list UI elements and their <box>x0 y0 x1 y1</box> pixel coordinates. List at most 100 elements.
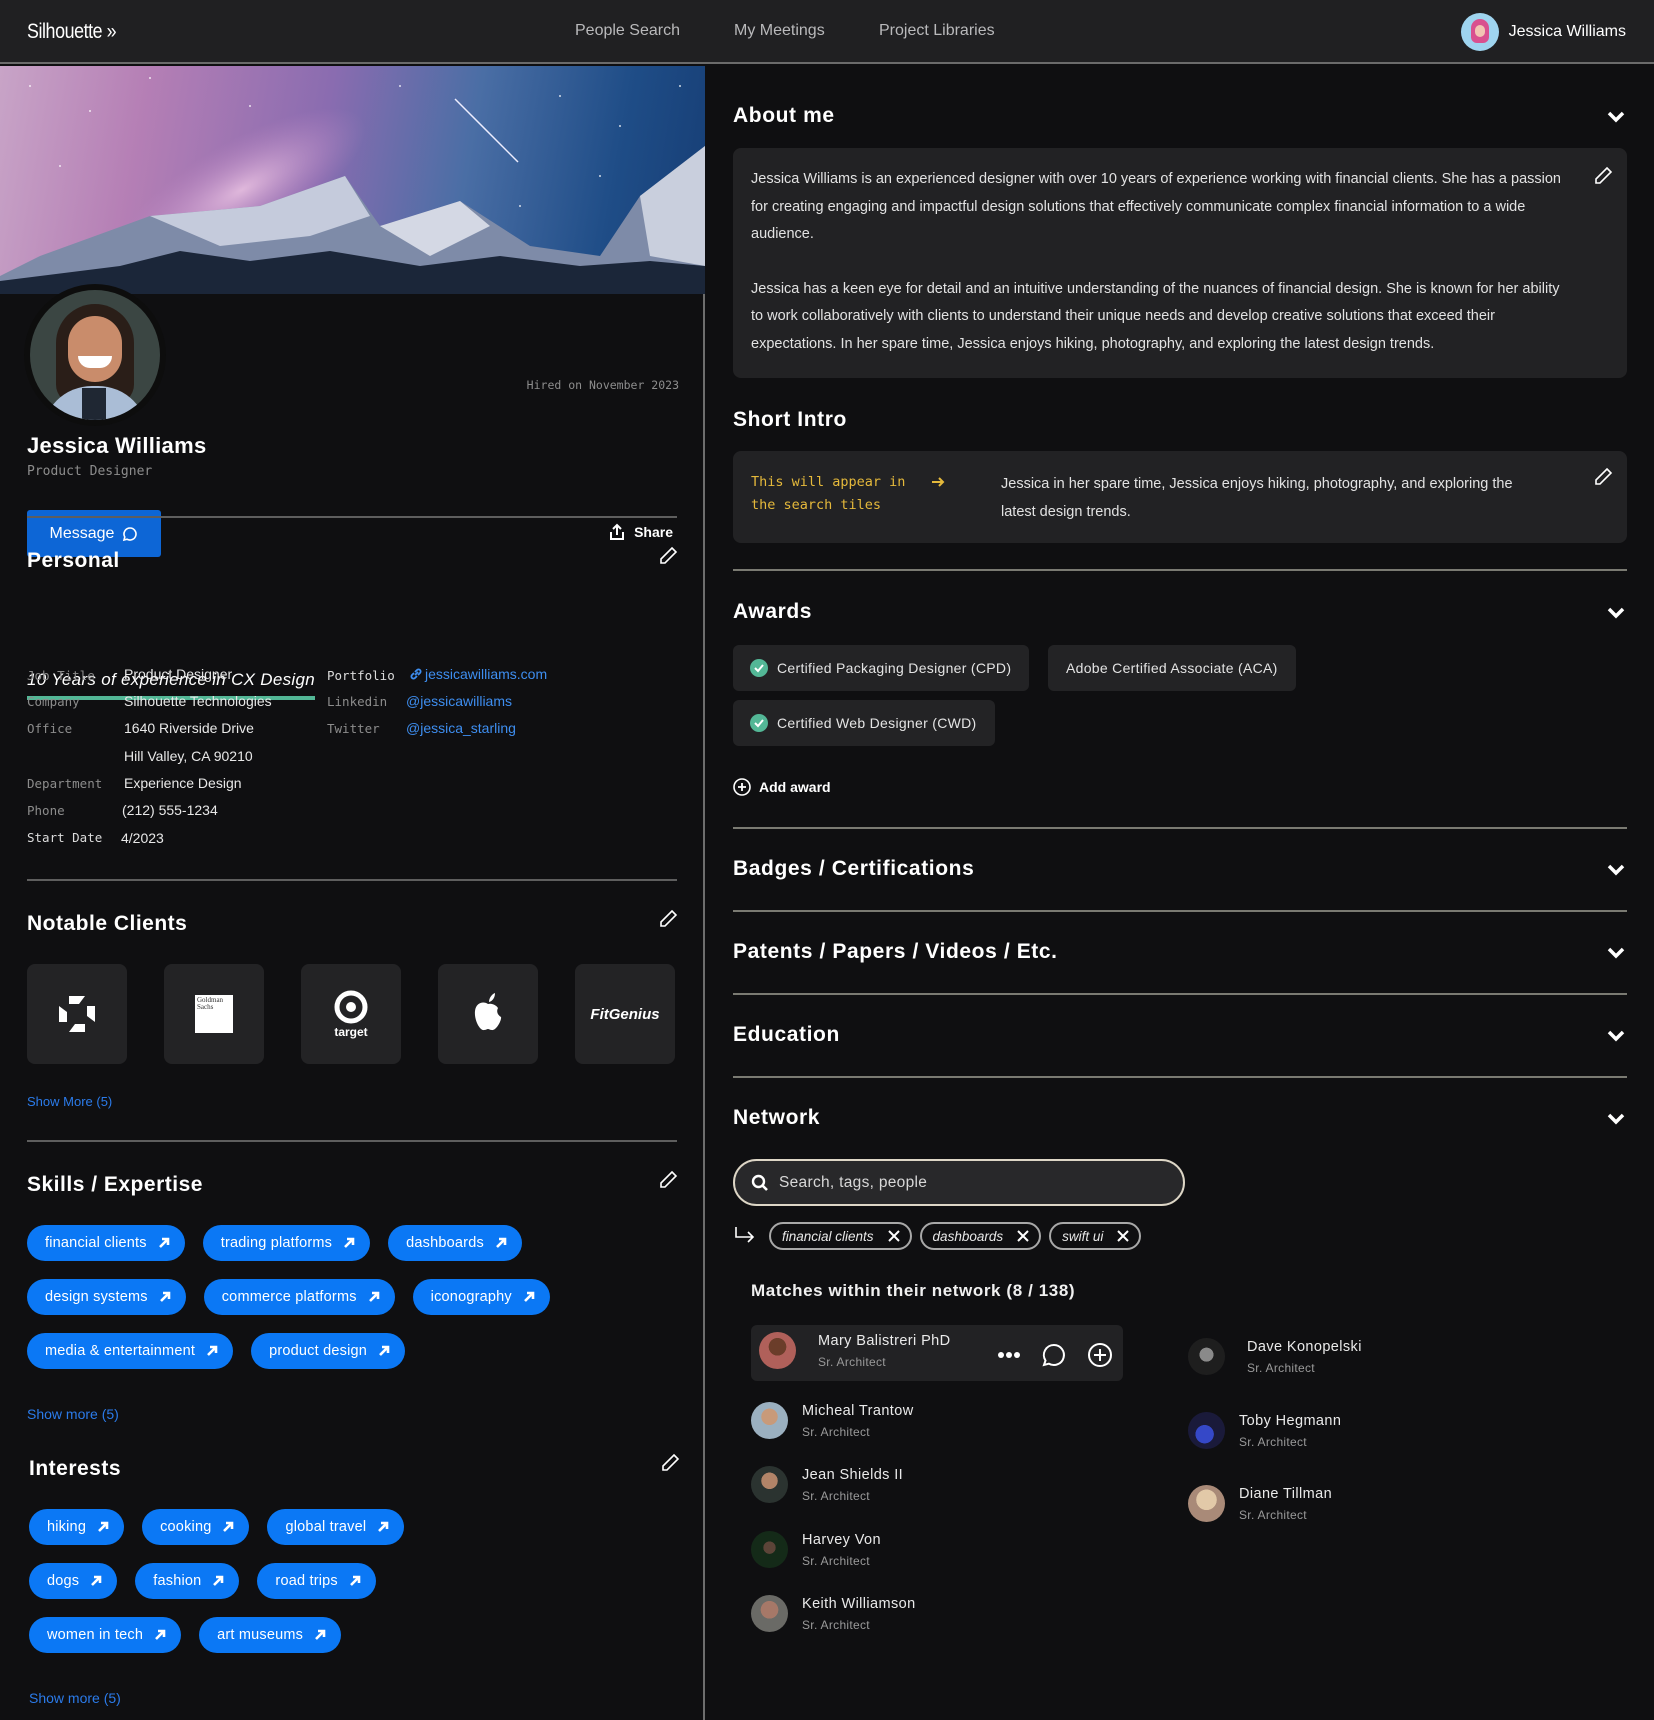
edit-about-pencil-icon[interactable] <box>1593 166 1613 186</box>
arrow-up-right-icon <box>379 1345 390 1356</box>
clients-show-more[interactable]: Show More (5) <box>27 1094 112 1109</box>
share-label: Share <box>634 524 673 540</box>
linkedin-link[interactable]: @jessicawilliams <box>406 693 512 709</box>
skill-chip[interactable]: financial clients <box>27 1225 185 1261</box>
search-icon <box>751 1174 768 1191</box>
person-row[interactable]: Micheal Trantow Sr. Architect <box>751 1402 914 1439</box>
portfolio-link[interactable]: jessicawilliams.com <box>409 666 547 682</box>
divider <box>27 516 677 518</box>
add-award-button[interactable]: Add award <box>733 778 831 796</box>
arrow-up-right-icon <box>91 1575 102 1586</box>
award-item[interactable]: Certified Web Designer (CWD) <box>733 700 995 746</box>
chat-bubble-icon[interactable] <box>1041 1342 1067 1368</box>
client-target[interactable]: target <box>301 964 401 1064</box>
interest-chip[interactable]: women in tech <box>29 1617 182 1653</box>
about-chevron-down-icon[interactable] <box>1606 110 1626 124</box>
edit-clients-pencil-icon[interactable] <box>658 909 678 929</box>
edit-skills-pencil-icon[interactable] <box>658 1170 678 1190</box>
user-avatar <box>1460 13 1499 51</box>
nav-project-libraries[interactable]: Project Libraries <box>879 22 995 40</box>
person-row[interactable]: Keith Williamson Sr. Architect <box>751 1595 916 1632</box>
filter-tag-label: dashboards <box>932 1228 1004 1244</box>
network-search-input[interactable] <box>779 1173 1159 1192</box>
person-avatar <box>1188 1412 1225 1449</box>
person-row[interactable]: Jean Shields II Sr. Architect <box>751 1466 903 1503</box>
person-row[interactable]: Mary Balistreri PhD Sr. Architect <box>759 1332 951 1369</box>
client-fitgenius[interactable]: FitGenius <box>575 964 675 1064</box>
person-role: Sr. Architect <box>802 1553 870 1568</box>
interest-chip[interactable]: road trips <box>257 1563 376 1599</box>
nav-my-meetings[interactable]: My Meetings <box>734 22 825 40</box>
skills-title: Skills / Expertise <box>27 1173 203 1196</box>
profile-name: Jessica Williams <box>27 433 207 458</box>
person-row[interactable]: Diane Tillman Sr. Architect <box>1188 1485 1332 1522</box>
close-icon[interactable] <box>1117 1230 1130 1242</box>
network-matches-count: Matches within their network (8 / 138) <box>751 1281 1076 1300</box>
nav-people-search[interactable]: People Search <box>575 22 680 40</box>
skill-label: dashboards <box>406 1235 484 1251</box>
divider <box>733 993 1627 995</box>
patents-chevron-down-icon[interactable] <box>1606 946 1626 960</box>
skills-show-more[interactable]: Show more (5) <box>27 1406 119 1422</box>
person-row[interactable]: Toby Hegmann Sr. Architect <box>1188 1412 1341 1449</box>
interest-chip[interactable]: fashion <box>135 1563 240 1599</box>
about-paragraph-2: Jessica has a keen eye for detail and an… <box>751 280 1560 352</box>
person-row[interactable]: Dave Konopelski Sr. Architect <box>1188 1338 1362 1375</box>
logo[interactable]: Silhouette » <box>27 20 117 44</box>
skill-chip[interactable]: iconography <box>412 1279 550 1315</box>
awards-title: Awards <box>733 600 813 623</box>
interest-chip[interactable]: hiking <box>29 1509 125 1545</box>
person-role: Sr. Architect <box>1239 1507 1307 1522</box>
more-options-icon[interactable] <box>997 1351 1021 1359</box>
details-column: About me Jessica Williams is an experien… <box>707 66 1654 1720</box>
interest-chip[interactable]: dogs <box>29 1563 118 1599</box>
edit-interests-pencil-icon[interactable] <box>660 1453 680 1473</box>
education-chevron-down-icon[interactable] <box>1606 1029 1626 1043</box>
skill-chip[interactable]: commerce platforms <box>203 1279 395 1315</box>
interest-chip[interactable]: global travel <box>267 1509 405 1545</box>
interest-chip[interactable]: cooking <box>142 1509 250 1545</box>
skill-chip[interactable]: design systems <box>27 1279 186 1315</box>
skill-chip[interactable]: trading platforms <box>202 1225 371 1261</box>
arrow-up-right-icon <box>98 1521 109 1532</box>
arrow-up-right-icon <box>158 1237 170 1248</box>
client-apple[interactable] <box>438 964 538 1064</box>
award-item[interactable]: Adobe Certified Associate (ACA) <box>1048 645 1296 691</box>
skill-chip[interactable]: media & entertainment <box>27 1333 234 1369</box>
office-line2: Hill Valley, CA 90210 <box>124 748 253 764</box>
badges-section-title[interactable]: Badges / Certifications <box>733 857 974 881</box>
client-chase[interactable] <box>27 964 127 1064</box>
network-title: Network <box>733 1106 821 1129</box>
awards-chevron-down-icon[interactable] <box>1606 606 1626 620</box>
twitter-link[interactable]: @jessica_starling <box>406 720 516 736</box>
award-label: Certified Web Designer (CWD) <box>777 715 977 731</box>
person-avatar <box>751 1531 788 1568</box>
user-menu[interactable]: Jessica Williams <box>1460 13 1626 51</box>
hired-date: Hired on November 2023 <box>526 378 679 392</box>
share-button[interactable]: Share <box>608 523 673 541</box>
close-icon[interactable] <box>887 1230 900 1242</box>
skill-chip[interactable]: product design <box>251 1333 406 1369</box>
education-section-title[interactable]: Education <box>733 1023 840 1047</box>
interest-label: hiking <box>47 1519 87 1535</box>
arrow-up-right-icon <box>349 1575 361 1586</box>
badges-chevron-down-icon[interactable] <box>1606 863 1626 877</box>
edit-intro-pencil-icon[interactable] <box>1593 467 1613 487</box>
patents-section-title[interactable]: Patents / Papers / Videos / Etc. <box>733 940 1058 964</box>
award-item[interactable]: Certified Packaging Designer (CPD) <box>733 645 1030 691</box>
job-title-value: Product Designer <box>124 666 233 682</box>
skill-chip[interactable]: dashboards <box>388 1225 522 1261</box>
person-name: Micheal Trantow <box>802 1402 914 1419</box>
network-chevron-down-icon[interactable] <box>1606 1112 1626 1126</box>
person-row[interactable]: Harvey Von Sr. Architect <box>751 1531 881 1568</box>
network-search[interactable] <box>733 1159 1185 1206</box>
arrow-up-right-icon <box>159 1291 171 1302</box>
client-goldman-sachs[interactable]: Goldman Sachs <box>164 964 264 1064</box>
close-icon[interactable] <box>1017 1230 1029 1242</box>
interest-label: road trips <box>275 1573 338 1589</box>
start-date-label: Start Date <box>27 830 103 845</box>
interests-show-more[interactable]: Show more (5) <box>29 1690 121 1706</box>
add-person-plus-icon[interactable] <box>1087 1342 1113 1368</box>
edit-personal-pencil-icon[interactable] <box>658 546 678 566</box>
interest-chip[interactable]: art museums <box>199 1617 342 1653</box>
